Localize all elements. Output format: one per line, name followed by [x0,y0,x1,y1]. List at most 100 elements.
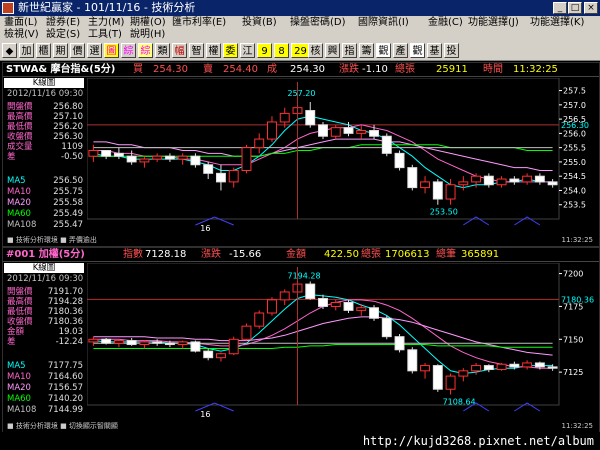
panel2-date: 2012/11/16 09:30 [7,274,84,284]
maximize-button[interactable]: □ [568,2,582,14]
menu-item-view[interactable]: 檢視(V) [4,29,39,41]
panel1-stat-value: 256.30 [53,132,83,142]
chart1-candle-body [381,317,392,338]
menu-item-settings[interactable]: 設定(S) [46,29,80,41]
toolbar-button-10[interactable]: 幅 [172,43,187,58]
panel2-stat-value: 7180.36 [47,307,83,317]
chart0-candle-body [420,181,431,189]
chart0-candle-body [356,130,367,134]
panel1-stat-row: 最低價 256.20 [7,122,83,132]
menu-item-main-force[interactable]: 主力(M) [88,17,124,29]
menu-item-investment[interactable]: 投資(B) [242,17,277,29]
chart1-candle-body [496,363,507,371]
panel1-stat-label: 成交量 [7,142,33,152]
toolbar-button-4[interactable]: 價 [70,43,85,58]
menu-item-screen[interactable]: 畫面(L) [4,17,37,29]
toolbar-button-19[interactable]: 興 [325,43,340,58]
toolbar-button-15[interactable]: 9 [257,43,272,58]
chart0-candle-body [394,152,405,169]
panel1-k-label[interactable]: K線圖 [4,78,84,88]
panel2-info: K線圖 2012/11/16 09:30 開盤價 7191.70 最高價 7194.2… [3,263,85,423]
minimize-button[interactable]: _ [553,2,567,14]
panel2-stat-value: 7144.99 [47,405,83,415]
panel1-stat-value: 256.80 [53,102,83,112]
panel2-status-text: ■ 技術分析環境 ■ 切換顯示智關顯 [7,422,118,430]
toolbar-button-26[interactable]: 投 [444,43,459,58]
chart0-candle-body [483,175,494,186]
chart0-candle-body [381,135,392,154]
chart1-candle-body [318,298,328,307]
chart0-xtick-label: 16 [200,224,210,233]
toolbar-button-12[interactable]: 權 [206,43,221,58]
toolbar-button-9[interactable]: 類 [155,43,170,58]
toolbar-button-21[interactable]: 籌 [359,43,374,58]
menu-item-securities[interactable]: 證券(E) [46,17,80,29]
toolbar-button-24[interactable]: 觀 [410,43,425,58]
panel1-stat-value: -0.50 [61,152,83,162]
menu-item-trading-code[interactable]: 操盤密碼(D) [290,17,346,29]
toolbar-button-8[interactable]: 綜 [138,43,153,58]
toolbar-button-6[interactable]: 圖 [104,43,119,58]
toolbar-button-23[interactable]: 產 [393,43,408,58]
panel2-header-item-1: 指數 [123,249,143,260]
chart0-low-label: 253.50 [430,208,458,217]
menu-item-tools[interactable]: 工具(T) [88,29,122,41]
panel1-stat-row: 差 -0.50 [7,152,83,162]
panel1-stat-label: MA108 [7,220,37,230]
panel1-stat-label: 開盤價 [7,102,33,112]
chart0-wave-mark [463,216,490,226]
panel1-stat-row: MA10 255.75 [7,187,83,197]
toolbar-button-7[interactable]: 綜 [121,43,136,58]
toolbar-button-22[interactable]: 觀 [376,43,391,58]
chart0-candle-body [432,181,443,200]
panel2-stat-row: 金額 19.03 [7,327,83,337]
chart0-candle-body [471,175,482,183]
chart0-candle-body [509,178,520,183]
chart1-candle-body [152,341,163,344]
panel2-header-item-10: 365891 [461,249,500,260]
chart0-candle-body [496,178,507,186]
toolbar-button-18[interactable]: 核 [308,43,323,58]
panel1-header-item-3: 賣 [203,64,213,75]
toolbar-button-13[interactable]: 委 [223,43,238,58]
panel1-stat-label: 最高價 [7,112,33,122]
chart1-candle-body [483,365,494,371]
toolbar-button-5[interactable]: 選 [87,43,102,58]
panel1-candlestick-chart[interactable]: 257.5257.0256.5256.0255.5255.0254.5254.0… [87,78,597,235]
panel1-stat-value: 255.75 [53,187,83,197]
panel2-stat-value: 7177.75 [47,361,83,371]
panel1-header-item-9: 總張 [395,64,415,75]
toolbar-button-16[interactable]: 8 [274,43,289,58]
chart1-candle-body [547,366,558,369]
toolbar-button-11[interactable]: 智 [189,43,204,58]
menu-item-function-j[interactable]: 功能選擇(J) [468,17,519,29]
chart0-ytick-label: 257.0 [563,101,586,110]
menu-item-function-k[interactable]: 功能選擇(K) [530,17,584,29]
menu-bar: 畫面(L) 證券(E) 主力(M) 期權(O) 匯市利率(E) 投資(B) 操盤… [0,16,600,42]
toolbar-button-0[interactable]: ◆ [2,43,17,58]
toolbar-button-14[interactable]: 江 [240,43,255,58]
toolbar-button-1[interactable]: 加 [19,43,34,58]
chart0-ytick-label: 257.5 [563,87,586,96]
chart1-ytick-label: 7150 [563,335,583,344]
toolbar-button-3[interactable]: 期 [53,43,68,58]
toolbar-button-20[interactable]: 指 [342,43,357,58]
toolbar-button-2[interactable]: 櫃 [36,43,51,58]
chart0-candle-body [267,121,277,140]
menu-item-help[interactable]: 說明(H) [130,29,165,41]
chart1-candle-body [203,350,214,359]
chart0-candle-body [126,155,137,163]
menu-item-fx-rates[interactable]: 匯市利率(E) [172,17,226,29]
close-button[interactable]: × [584,2,598,14]
panel2-stat-row: MA10 7164.60 [7,372,83,382]
panel2-header-item-6: 422.50 [324,249,359,260]
panel1-stat-row: MA5 256.50 [7,176,83,186]
panel1-stat-label: 最低價 [7,122,33,132]
menu-item-finance[interactable]: 金融(C) [428,17,463,29]
menu-item-options[interactable]: 期權(O) [130,17,166,29]
menu-item-intl-info[interactable]: 國際資訊(I) [358,17,409,29]
panel2-k-label[interactable]: K線圖 [4,263,84,273]
toolbar-button-25[interactable]: 基 [427,43,442,58]
panel2-candlestick-chart[interactable]: 72007175715071257180.367194.287108.6416 [87,263,597,421]
chart1-candle-body [139,341,150,346]
